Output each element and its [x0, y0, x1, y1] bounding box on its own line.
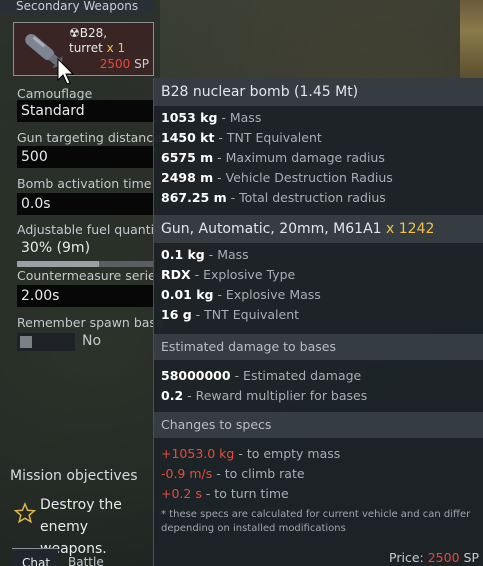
change-row: -0.9 m/s - to climb rate — [161, 466, 305, 481]
gun-targeting-distance-select[interactable]: 500 — [17, 146, 154, 168]
star-icon — [14, 502, 36, 524]
price-unit: SP — [463, 550, 479, 565]
spec-row: 867.25 m - Total destruction radius — [161, 190, 386, 205]
gun-section: Gun, Automatic, 20mm, M61A1 x 1242 0.1 k… — [154, 215, 483, 325]
spec-row: 1450 kt - TNT Equivalent — [161, 130, 322, 145]
spec-row: 16 g - TNT Equivalent — [161, 307, 300, 322]
bomb-activation-time-label: Bomb activation time — [17, 176, 152, 191]
spec-row: 2498 m - Vehicle Destruction Radius — [161, 170, 393, 185]
mouse-cursor-icon — [57, 58, 75, 85]
gun-title: Gun, Automatic, 20mm, M61A1 x 1242 — [154, 215, 483, 243]
gun-targeting-distance-label: Gun targeting distance — [17, 130, 161, 145]
weapon-card[interactable]: ☢B28, turret x 1 2500 SP — [13, 22, 154, 76]
price-label: Price: — [389, 550, 424, 565]
toggle-knob — [20, 336, 32, 348]
weapon-tooltip: B28 nuclear bomb (1.45 Mt) 1053 kg - Mas… — [153, 78, 483, 566]
spec-row: 58000000 - Estimated damage — [161, 368, 362, 383]
remember-spawn-base-value: No — [82, 333, 102, 349]
specs-note: * these specs are calculated for current… — [161, 509, 471, 534]
changes-title: Changes to specs — [154, 412, 483, 438]
weapon-mount: turret — [69, 41, 103, 55]
spec-row: 0.2 - Reward multiplier for bases — [161, 388, 368, 403]
change-row: +1053.0 kg - to empty mass — [161, 446, 341, 461]
price: Price: 2500 SP — [389, 550, 479, 565]
weapon-name-text: B28, — [79, 26, 108, 40]
fuel-slider-fill — [17, 261, 100, 267]
weapon-cost: 2500 SP — [100, 57, 149, 71]
spec-row: 0.1 kg - Mass — [161, 247, 249, 262]
tab-chat[interactable]: Chat — [12, 548, 58, 566]
bases-title: Estimated damage to bases — [154, 334, 483, 360]
minimap-edge — [460, 0, 483, 78]
changes-section: Changes to specs +1053.0 kg - to empty m… — [154, 412, 483, 536]
countermeasure-series-select[interactable]: 2.00s — [17, 285, 154, 307]
camouflage-label: Camouflage — [17, 86, 93, 101]
remember-spawn-base-label: Remember spawn base — [17, 315, 164, 330]
fuel-quantity-slider[interactable] — [17, 261, 154, 267]
spec-row: 1053 kg - Mass — [161, 110, 262, 125]
bomb-activation-time-select[interactable]: 0.0s — [17, 193, 154, 215]
price-value: 2500 — [427, 550, 460, 565]
bomb-section: B28 nuclear bomb (1.45 Mt) 1053 kg - Mas… — [154, 78, 483, 208]
tab-battle[interactable]: Battle — [58, 548, 118, 566]
spec-row: 0.01 kg - Explosive Mass — [161, 287, 321, 302]
section-title: Secondary Weapons — [0, 0, 154, 14]
bomb-title: B28 nuclear bomb (1.45 Mt) — [154, 78, 483, 106]
fuel-quantity-value: 30% (9m) — [21, 240, 91, 256]
camouflage-select[interactable]: Standard — [17, 100, 154, 122]
spec-row: 6575 m - Maximum damage radius — [161, 150, 385, 165]
remember-spawn-base-toggle[interactable] — [17, 333, 75, 351]
spec-row: RDX - Explosive Type — [161, 267, 296, 282]
mission-objectives-title: Mission objectives — [10, 468, 138, 484]
weapon-cost-unit: SP — [134, 57, 149, 71]
fuel-quantity-label: Adjustable fuel quantity — [17, 222, 167, 237]
nuclear-icon: ☢ — [69, 26, 80, 40]
weapon-qty: x 1 — [106, 41, 126, 55]
weapon-name: ☢B28, turret x 1 — [69, 26, 125, 56]
countermeasure-series-label: Countermeasure series — [17, 268, 163, 283]
change-row: +0.2 s - to turn time — [161, 486, 289, 501]
bases-section: Estimated damage to bases 58000000 - Est… — [154, 334, 483, 406]
weapon-cost-value: 2500 — [99, 57, 131, 71]
